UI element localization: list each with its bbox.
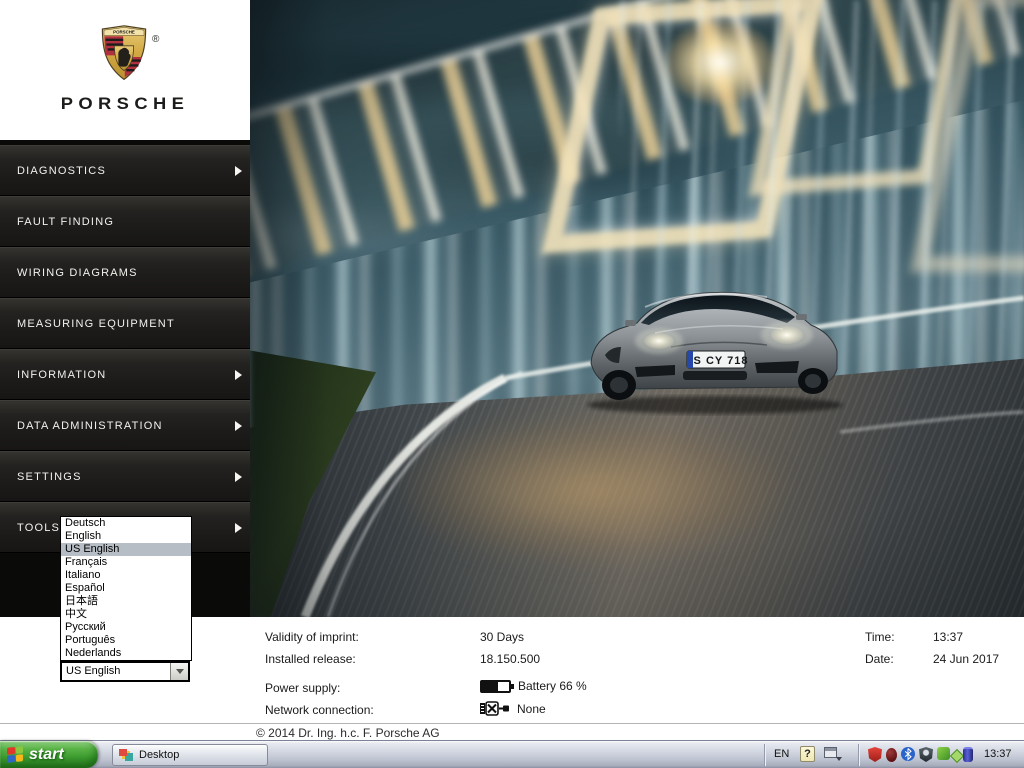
language-option-russian[interactable]: Русский xyxy=(61,621,191,634)
release-label: Installed release: xyxy=(265,652,356,666)
antivirus-shield-icon[interactable] xyxy=(868,747,882,762)
language-option-espanol[interactable]: Español xyxy=(61,582,191,595)
network-label: Network connection: xyxy=(265,703,374,717)
power-supply-label: Power supply: xyxy=(265,681,340,695)
taskbar-button-desktop[interactable]: Desktop xyxy=(112,744,268,766)
submenu-arrow-icon xyxy=(235,370,242,380)
menu-item-information[interactable]: INFORMATION xyxy=(0,349,250,400)
menu-item-label: INFORMATION xyxy=(17,369,106,381)
network-value: None xyxy=(480,701,546,716)
menu-item-fault-finding[interactable]: FAULT FINDING xyxy=(0,196,250,247)
time-label: Time: xyxy=(865,630,895,644)
menu-item-label: WIRING DIAGRAMS xyxy=(17,267,138,279)
network-green-icon[interactable] xyxy=(937,747,950,760)
menu-item-wiring-diagrams[interactable]: WIRING DIAGRAMS xyxy=(0,247,250,298)
start-button-label: start xyxy=(29,746,64,764)
combobox-dropdown-button[interactable] xyxy=(170,663,188,680)
registered-trademark-icon: ® xyxy=(152,34,159,45)
menu-item-label: SETTINGS xyxy=(17,471,82,483)
language-option-english[interactable]: English xyxy=(61,530,191,543)
language-option-us-english[interactable]: US English xyxy=(61,543,191,556)
porsche-wordmark: PORSCHE xyxy=(0,94,260,114)
validity-label: Validity of imprint: xyxy=(265,630,359,644)
release-value: 18.150.500 xyxy=(480,652,540,666)
language-option-portugues[interactable]: Português xyxy=(61,634,191,647)
language-option-italiano[interactable]: Italiano xyxy=(61,569,191,582)
battery-text: Battery 66 % xyxy=(518,679,587,693)
language-indicator[interactable]: EN xyxy=(774,748,789,760)
porsche-logo-block: PORSCHE ® PORSCHE xyxy=(0,0,250,140)
submenu-arrow-icon xyxy=(235,421,242,431)
language-option-francais[interactable]: Français xyxy=(61,556,191,569)
tray-clock: 13:37 xyxy=(984,748,1012,760)
vignette-art xyxy=(250,0,1024,617)
time-value: 13:37 xyxy=(933,630,963,644)
windows-logo-icon xyxy=(7,746,23,763)
chevron-down-icon xyxy=(176,669,184,674)
taskbar-divider xyxy=(764,744,765,766)
menu-item-measuring-equipment[interactable]: MEASURING EQUIPMENT xyxy=(0,298,250,349)
porsche-crest-icon: PORSCHE xyxy=(100,24,148,82)
menu-item-label: DIAGNOSTICS xyxy=(17,165,106,177)
validity-value: 30 Days xyxy=(480,630,524,644)
hero-image: S CY 718 xyxy=(250,0,1024,617)
usb-device-icon[interactable] xyxy=(963,747,973,762)
language-option-deutsch[interactable]: Deutsch xyxy=(61,517,191,530)
svg-text:PORSCHE: PORSCHE xyxy=(113,29,135,34)
help-icon[interactable]: ? xyxy=(800,746,815,762)
copyright-text: © 2014 Dr. Ing. h.c. F. Porsche AG xyxy=(256,726,440,740)
bluetooth-icon[interactable] xyxy=(901,747,915,761)
red-oval-tray-icon[interactable] xyxy=(886,748,897,762)
language-combobox-value: US English xyxy=(62,663,170,680)
menu-item-data-administration[interactable]: DATA ADMINISTRATION xyxy=(0,400,250,451)
start-button[interactable]: start xyxy=(0,741,98,768)
date-value: 24 Jun 2017 xyxy=(933,652,999,666)
menu-item-label: TOOLS xyxy=(17,522,60,534)
power-supply-value: Battery 66 % xyxy=(480,679,587,693)
submenu-arrow-icon xyxy=(235,472,242,482)
taskbar-button-label: Desktop xyxy=(139,749,179,761)
menu-item-diagnostics[interactable]: DIAGNOSTICS xyxy=(0,145,250,196)
menu-item-settings[interactable]: SETTINGS xyxy=(0,451,250,502)
tray-divider xyxy=(858,744,859,766)
desktop-icon xyxy=(119,749,133,761)
language-combobox[interactable]: US English xyxy=(60,661,190,682)
menu-item-label: MEASURING EQUIPMENT xyxy=(17,318,175,330)
language-option-chinese[interactable]: 中文 xyxy=(61,608,191,621)
green-status-icon[interactable] xyxy=(950,749,964,763)
language-dropdown-list: Deutsch English US English Français Ital… xyxy=(60,516,192,661)
submenu-arrow-icon xyxy=(235,523,242,533)
menu-item-label: DATA ADMINISTRATION xyxy=(17,420,163,432)
battery-icon xyxy=(480,680,511,693)
security-shield-icon[interactable] xyxy=(919,747,933,762)
network-disconnected-icon xyxy=(480,701,510,716)
divider xyxy=(0,723,1024,724)
language-option-japanese[interactable]: 日本語 xyxy=(61,595,191,608)
menu-item-label: FAULT FINDING xyxy=(17,216,114,228)
submenu-arrow-icon xyxy=(235,166,242,176)
language-bar-options-icon[interactable] xyxy=(836,757,842,761)
language-option-nederlands[interactable]: Nederlands xyxy=(61,647,191,660)
piwis-application-window: PORSCHE ® PORSCHE DIAGNOSTICS FAULT FIND… xyxy=(0,0,1024,768)
date-label: Date: xyxy=(865,652,894,666)
network-text: None xyxy=(517,702,546,716)
windows-taskbar: start Desktop EN ? 13:37 xyxy=(0,740,1024,768)
